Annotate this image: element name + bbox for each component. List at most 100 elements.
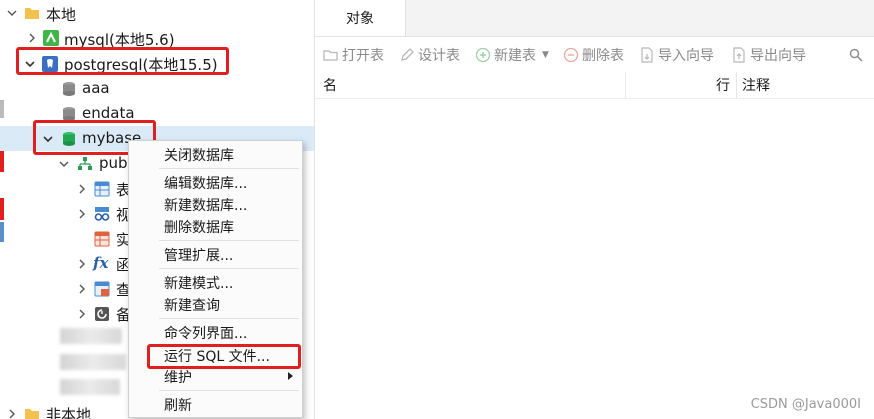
tree-label: mysql(本地5.6) [64,31,175,49]
database-icon [63,107,75,121]
plus-circle-icon [475,47,491,63]
objects-pane: 对象 打开表 设计表 新建表 ▼ 删除表 导入向导 导出向导 名 行 注释 CS… [314,0,874,419]
menu-item-manage-extensions[interactable]: 管理扩展... [129,244,302,266]
menu-item-edit-database[interactable]: 编辑数据库... [129,172,302,194]
design-table-label: 设计表 [418,48,460,64]
import-wizard-label: 导入向导 [658,48,714,64]
chevron-right-icon[interactable] [76,283,88,295]
chevron-right-icon[interactable] [26,32,38,44]
tree-label: 本地 [46,6,77,24]
export-wizard-button[interactable]: 导出向导 [731,45,806,65]
schema-icon [78,157,92,170]
menu-item-label: 维护 [164,370,192,386]
menu-item-new-schema[interactable]: 新建模式... [129,272,302,294]
menu-item-label: 新建查询 [164,298,220,314]
open-table-button[interactable]: 打开表 [323,45,384,65]
tree-label: 非本地 [46,406,92,419]
chevron-right-icon[interactable] [76,308,88,320]
chevron-down-icon[interactable] [24,58,36,70]
obscured-label [60,354,126,370]
folder-icon [25,8,39,19]
column-rows[interactable]: 行 [716,75,730,95]
menu-separator [159,268,299,269]
mysql-connection-icon [43,30,59,46]
menu-item-close-database[interactable]: 关闭数据库 [129,144,302,166]
chevron-down-icon[interactable] [42,133,54,145]
tree-label: aaa [82,79,110,97]
menu-item-label: 删除数据库 [164,220,234,236]
menu-item-label: 新建数据库... [164,198,248,214]
menu-separator [159,240,299,241]
delete-table-label: 删除表 [582,48,624,64]
chevron-right-icon[interactable] [76,258,88,270]
pencil-icon [401,48,414,61]
tab-bar: 对象 [315,0,874,37]
tree-row-db-endata[interactable]: endata [0,101,314,126]
menu-item-maintain[interactable]: 维护 [129,366,302,388]
chevron-down-icon[interactable] [58,158,70,170]
tree-row-mysql[interactable]: mysql(本地5.6) [0,26,314,51]
menu-separator [159,390,299,391]
chevron-down-icon[interactable] [6,7,18,19]
function-icon: fx [93,254,109,272]
column-name[interactable]: 名 [323,75,337,95]
menu-item-run-sql-file[interactable]: 运行 SQL 文件... [129,345,302,367]
delete-table-button[interactable]: 删除表 [563,45,624,65]
new-table-button[interactable]: 新建表 ▼ [475,45,549,65]
database-open-icon [63,132,75,146]
export-icon [733,47,745,63]
menu-separator [159,168,299,169]
tree-row-local[interactable]: 本地 [0,1,314,26]
tree-row-postgresql[interactable]: postgresql(本地15.5) [0,51,314,76]
tree-row-db-aaa[interactable]: aaa [0,76,314,101]
menu-item-label: 命令列界面... [164,326,248,342]
objects-column-header: 名 行 注释 [315,72,874,99]
column-divider[interactable] [625,72,626,98]
chevron-right-icon[interactable] [6,408,18,419]
submenu-arrow-icon [288,372,293,380]
menu-item-new-query[interactable]: 新建查询 [129,294,302,316]
import-icon [641,47,653,63]
table-icon [94,181,110,197]
tree-label: postgresql(本地15.5) [64,56,218,74]
tree-label: pub [99,154,128,172]
tab-objects[interactable]: 对象 [315,0,406,36]
context-menu: 关闭数据库 编辑数据库... 新建数据库... 删除数据库 管理扩展... 新建… [128,140,303,418]
database-icon [63,82,75,96]
menu-item-new-database[interactable]: 新建数据库... [129,194,302,216]
new-table-label: 新建表 [494,48,536,64]
export-wizard-label: 导出向导 [750,48,806,64]
postgresql-connection-icon [42,56,58,72]
backup-icon [95,307,109,321]
search-button[interactable] [849,45,866,65]
menu-item-label: 管理扩展... [164,248,234,264]
column-divider[interactable] [736,72,737,98]
chevron-right-icon[interactable] [76,183,88,195]
search-icon [849,48,863,62]
view-icon [94,207,110,221]
folder-icon [25,409,39,419]
tree-label: endata [82,104,135,122]
menu-item-delete-database[interactable]: 删除数据库 [129,216,302,238]
chevron-right-icon[interactable] [76,208,88,220]
folder-open-icon [323,50,338,61]
menu-separator [159,318,299,319]
open-table-label: 打开表 [342,48,384,64]
watermark: CSDN @Java000I [750,397,861,412]
menu-item-label: 新建模式... [164,276,234,292]
query-icon [94,281,110,297]
dropdown-caret-icon[interactable]: ▼ [542,50,549,60]
design-table-button[interactable]: 设计表 [399,45,460,65]
obscured-label [60,379,120,395]
menu-item-console[interactable]: 命令列界面... [129,322,302,344]
menu-item-label: 编辑数据库... [164,176,248,192]
menu-item-refresh[interactable]: 刷新 [129,394,302,416]
menu-item-label: 关闭数据库 [164,148,234,164]
obscured-label [60,328,122,344]
materialized-view-icon [94,231,110,247]
column-comment[interactable]: 注释 [742,75,770,95]
import-wizard-button[interactable]: 导入向导 [639,45,714,65]
minus-circle-icon [563,47,579,63]
menu-item-label: 运行 SQL 文件... [164,349,270,365]
menu-item-label: 刷新 [164,398,192,414]
